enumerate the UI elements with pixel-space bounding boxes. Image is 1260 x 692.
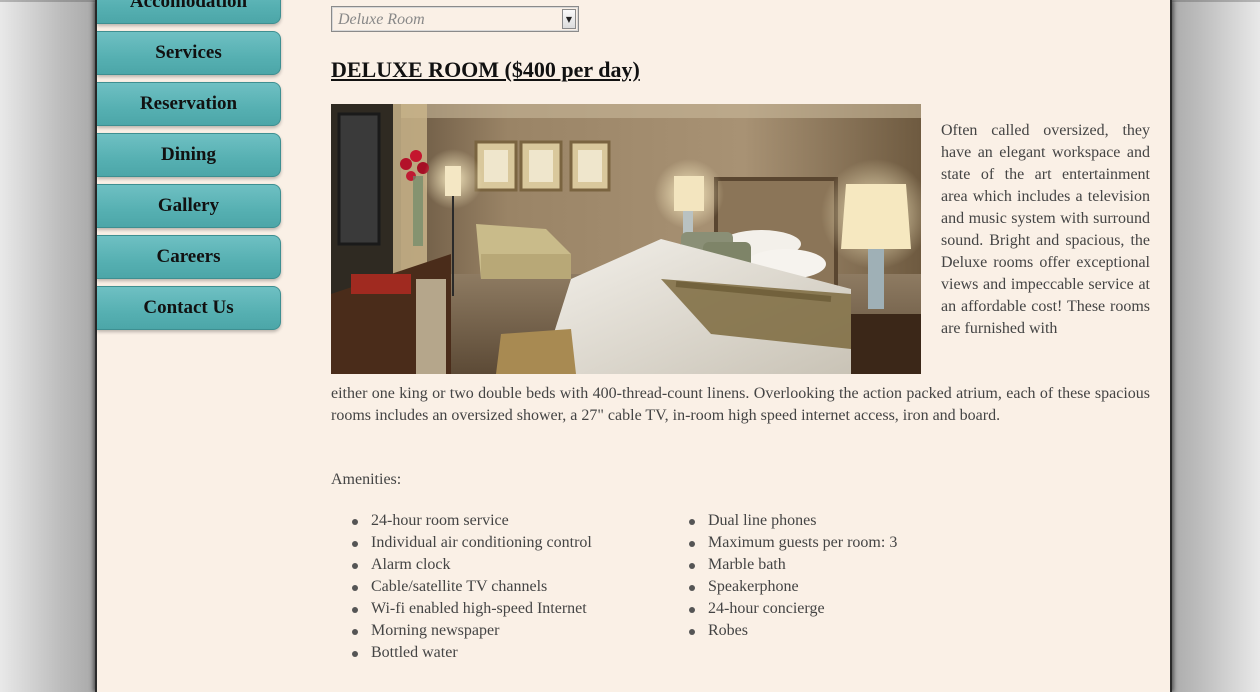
list-item: Bottled water: [352, 642, 592, 664]
list-item: 24-hour room service: [352, 510, 592, 532]
list-item: Speakerphone: [689, 576, 897, 598]
page-container: Accomodation Services Reservation Dining…: [95, 0, 1172, 692]
list-item: Individual air conditioning control: [352, 532, 592, 554]
room-description-side: Often called oversized, they have an ele…: [941, 122, 1150, 337]
nav-item-reservation[interactable]: Reservation: [97, 82, 281, 126]
room-title: DELUXE ROOM ($400 per day): [331, 57, 640, 82]
amenities-list-left: 24-hour room service Individual air cond…: [352, 510, 592, 664]
hotel-room-photo: [331, 104, 921, 374]
main-nav: Accomodation Services Reservation Dining…: [97, 0, 281, 337]
nav-item-gallery[interactable]: Gallery: [97, 184, 281, 228]
amenities-label: Amenities:: [331, 471, 402, 488]
list-item: Cable/satellite TV channels: [352, 576, 592, 598]
amenities-list-right: Dual line phones Maximum guests per room…: [689, 510, 897, 642]
nav-item-accomodation[interactable]: Accomodation: [97, 0, 281, 24]
hotel-room-photo-icon: [331, 104, 921, 374]
list-item: Alarm clock: [352, 554, 592, 576]
dropdown-arrow-icon[interactable]: ▼: [562, 9, 576, 29]
room-type-select-value: Deluxe Room: [338, 11, 425, 28]
list-item: Dual line phones: [689, 510, 897, 532]
room-type-select[interactable]: Deluxe Room ▼: [331, 6, 579, 32]
list-item: Marble bath: [689, 554, 897, 576]
list-item: Morning newspaper: [352, 620, 592, 642]
room-description-bottom: either one king or two double beds with …: [331, 385, 1150, 424]
list-item: Robes: [689, 620, 897, 642]
list-item: 24-hour concierge: [689, 598, 897, 620]
nav-item-services[interactable]: Services: [97, 31, 281, 75]
nav-item-contact-us[interactable]: Contact Us: [97, 286, 281, 330]
nav-item-careers[interactable]: Careers: [97, 235, 281, 279]
nav-item-dining[interactable]: Dining: [97, 133, 281, 177]
list-item: Wi-fi enabled high-speed Internet: [352, 598, 592, 620]
list-item: Maximum guests per room: 3: [689, 532, 897, 554]
